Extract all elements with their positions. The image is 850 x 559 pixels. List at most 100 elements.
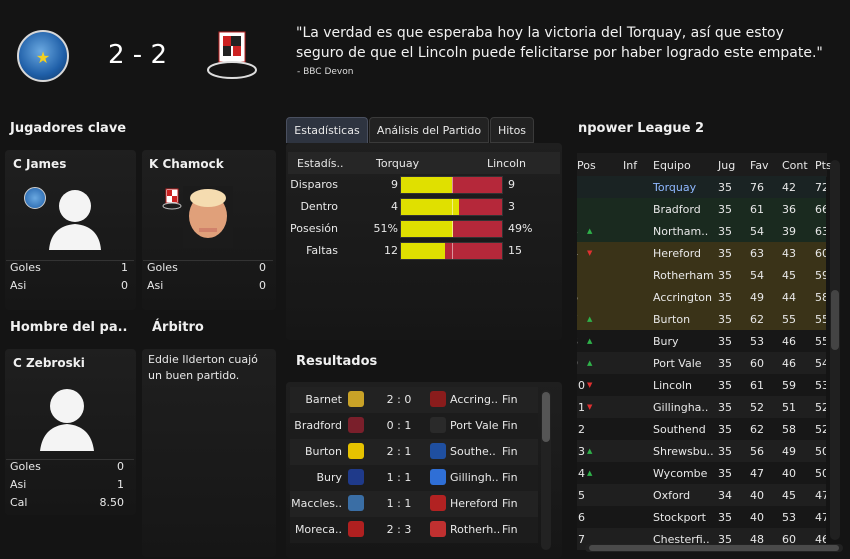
league-hscrollbar[interactable] xyxy=(585,544,843,552)
league-row[interactable]: 14 ▲ Wycombe 35 47 40 50 xyxy=(577,462,826,484)
away-team-crest-icon xyxy=(430,521,446,537)
result-row[interactable]: Moreca.. 2 : 3 Rotherh.. Fin xyxy=(290,517,538,543)
league-team[interactable]: Northam.. xyxy=(653,225,708,238)
league-team[interactable]: Burton xyxy=(653,313,690,326)
league-team[interactable]: Hereford xyxy=(653,247,701,260)
league-team[interactable]: Gillingha.. xyxy=(653,401,708,414)
stat-label: Posesión xyxy=(290,222,338,235)
league-row[interactable]: 5 Rotherham 35 54 45 59 xyxy=(577,264,826,286)
league-row[interactable]: 13 ▲ Shrewsbu.. 35 56 49 50 xyxy=(577,440,826,462)
stat-away-value: 9 xyxy=(508,178,515,191)
result-status: Fin xyxy=(502,523,518,536)
motm-title: Hombre del pa.. xyxy=(10,320,128,335)
result-away-team[interactable]: Southe.. xyxy=(450,445,506,458)
league-row[interactable]: 15 Oxford 34 40 45 47 xyxy=(577,484,826,506)
league-scroll-thumb[interactable] xyxy=(831,290,839,350)
tab-analisis[interactable]: Análisis del Partido xyxy=(369,117,489,143)
league-team[interactable]: Torquay xyxy=(653,181,696,194)
league-team[interactable]: Southend xyxy=(653,423,706,436)
result-row[interactable]: Barnet 2 : 0 Accring.. Fin xyxy=(290,387,538,413)
league-team[interactable]: Bradford xyxy=(653,203,701,216)
result-row[interactable]: Maccles.. 1 : 1 Hereford Fin xyxy=(290,491,538,517)
tab-estadisticas[interactable]: Estadísticas xyxy=(286,117,368,143)
result-away-team[interactable]: Port Vale xyxy=(450,419,506,432)
league-cont: 42 xyxy=(782,181,796,194)
result-home-team[interactable]: Maccles.. xyxy=(290,497,342,510)
tab-hitos[interactable]: Hitos xyxy=(490,117,534,143)
league-row[interactable]: 10 ▼ Lincoln 35 61 59 53 xyxy=(577,374,826,396)
league-fav: 53 xyxy=(750,335,764,348)
lincoln-crest-icon xyxy=(162,188,182,210)
league-row[interactable]: 1 Torquay 35 76 42 72 xyxy=(577,176,826,198)
league-team[interactable]: Oxford xyxy=(653,489,690,502)
result-score: 0 : 1 xyxy=(386,419,412,432)
result-home-team[interactable]: Bradford xyxy=(290,419,342,432)
league-team[interactable]: Bury xyxy=(653,335,679,348)
league-row[interactable]: 4 ▼ Hereford 35 63 43 60 xyxy=(577,242,829,264)
player-name[interactable]: C James xyxy=(13,157,66,171)
league-team[interactable]: Stockport xyxy=(653,511,706,524)
result-home-team[interactable]: Moreca.. xyxy=(290,523,342,536)
league-pts: 54 xyxy=(815,357,829,370)
stat-label: Faltas xyxy=(306,244,338,257)
results-scroll-thumb[interactable] xyxy=(542,392,550,442)
results-scrollbar[interactable] xyxy=(541,390,551,550)
stat-row: Dentro 4 3 xyxy=(288,196,560,218)
result-away-team[interactable]: Accring.. xyxy=(450,393,506,406)
result-away-team[interactable]: Rotherh.. xyxy=(450,523,506,536)
result-row[interactable]: Burton 2 : 1 Southe.. Fin xyxy=(290,439,538,465)
result-row[interactable]: Bury 1 : 1 Gillingh.. Fin xyxy=(290,465,538,491)
league-row[interactable]: 3 ▲ Northam.. 35 54 39 63 xyxy=(577,220,826,242)
league-row[interactable]: 7 ▲ Burton 35 62 55 55 xyxy=(577,308,826,330)
stat-home-fill xyxy=(401,199,459,215)
home-team-crest-icon xyxy=(348,469,364,485)
away-team-crest-icon xyxy=(430,443,446,459)
league-pts: 55 xyxy=(815,335,829,348)
result-away-team[interactable]: Gillingh.. xyxy=(450,471,506,484)
league-jug: 35 xyxy=(718,423,732,436)
league-team[interactable]: Rotherham xyxy=(653,269,714,282)
player-name[interactable]: K Chamock xyxy=(149,157,224,171)
league-cont: 36 xyxy=(782,203,796,216)
league-hscroll-thumb[interactable] xyxy=(589,545,839,551)
result-home-team[interactable]: Barnet xyxy=(290,393,342,406)
league-pts: 58 xyxy=(815,291,829,304)
league-row[interactable]: 12 Southend 35 62 58 52 xyxy=(577,418,826,440)
result-away-team[interactable]: Hereford xyxy=(450,497,506,510)
stat-row: Posesión 51% 49% xyxy=(288,218,560,240)
league-pos: 6 xyxy=(571,291,578,304)
league-cont: 58 xyxy=(782,423,796,436)
result-home-team[interactable]: Burton xyxy=(290,445,342,458)
league-cont: 59 xyxy=(782,379,796,392)
result-row[interactable]: Bradford 0 : 1 Port Vale Fin xyxy=(290,413,538,439)
league-row[interactable]: 11 ▼ Gillingha.. 35 52 51 52 xyxy=(577,396,826,418)
league-team[interactable]: Accrington xyxy=(653,291,712,304)
league-pos: 16 xyxy=(571,511,585,524)
league-row[interactable]: 8 ▲ Bury 35 53 46 55 xyxy=(577,330,829,352)
league-team[interactable]: Lincoln xyxy=(653,379,692,392)
league-row[interactable]: 6 Accrington 35 49 44 58 xyxy=(577,286,829,308)
league-row[interactable]: 16 Stockport 35 40 53 47 xyxy=(577,506,829,528)
stats-header-away[interactable]: Lincoln xyxy=(487,157,526,170)
stats-header-label[interactable]: Estadís.. xyxy=(297,157,344,170)
league-team[interactable]: Shrewsbu.. xyxy=(653,445,714,458)
stat-assists-label: Asi xyxy=(10,279,27,292)
stat-home-fill xyxy=(401,243,446,259)
league-pts: 60 xyxy=(815,247,829,260)
league-fav: 63 xyxy=(750,247,764,260)
stat-home-value: 4 xyxy=(391,200,398,213)
league-team[interactable]: Wycombe xyxy=(653,467,707,480)
league-pts: 47 xyxy=(815,511,829,524)
league-pos: 12 xyxy=(571,423,585,436)
league-row[interactable]: 2 Bradford 35 61 36 66 xyxy=(577,198,826,220)
league-team[interactable]: Port Vale xyxy=(653,357,702,370)
motm-player-name[interactable]: C Zebroski xyxy=(13,356,85,370)
league-jug: 35 xyxy=(718,181,732,194)
player-photo xyxy=(183,186,233,248)
stat-comparison-bar xyxy=(400,198,503,216)
league-scrollbar[interactable] xyxy=(830,160,840,540)
stats-header-home[interactable]: Torquay xyxy=(376,157,419,170)
result-status: Fin xyxy=(502,445,518,458)
league-row[interactable]: 9 ▲ Port Vale 35 60 46 54 xyxy=(577,352,829,374)
result-home-team[interactable]: Bury xyxy=(290,471,342,484)
